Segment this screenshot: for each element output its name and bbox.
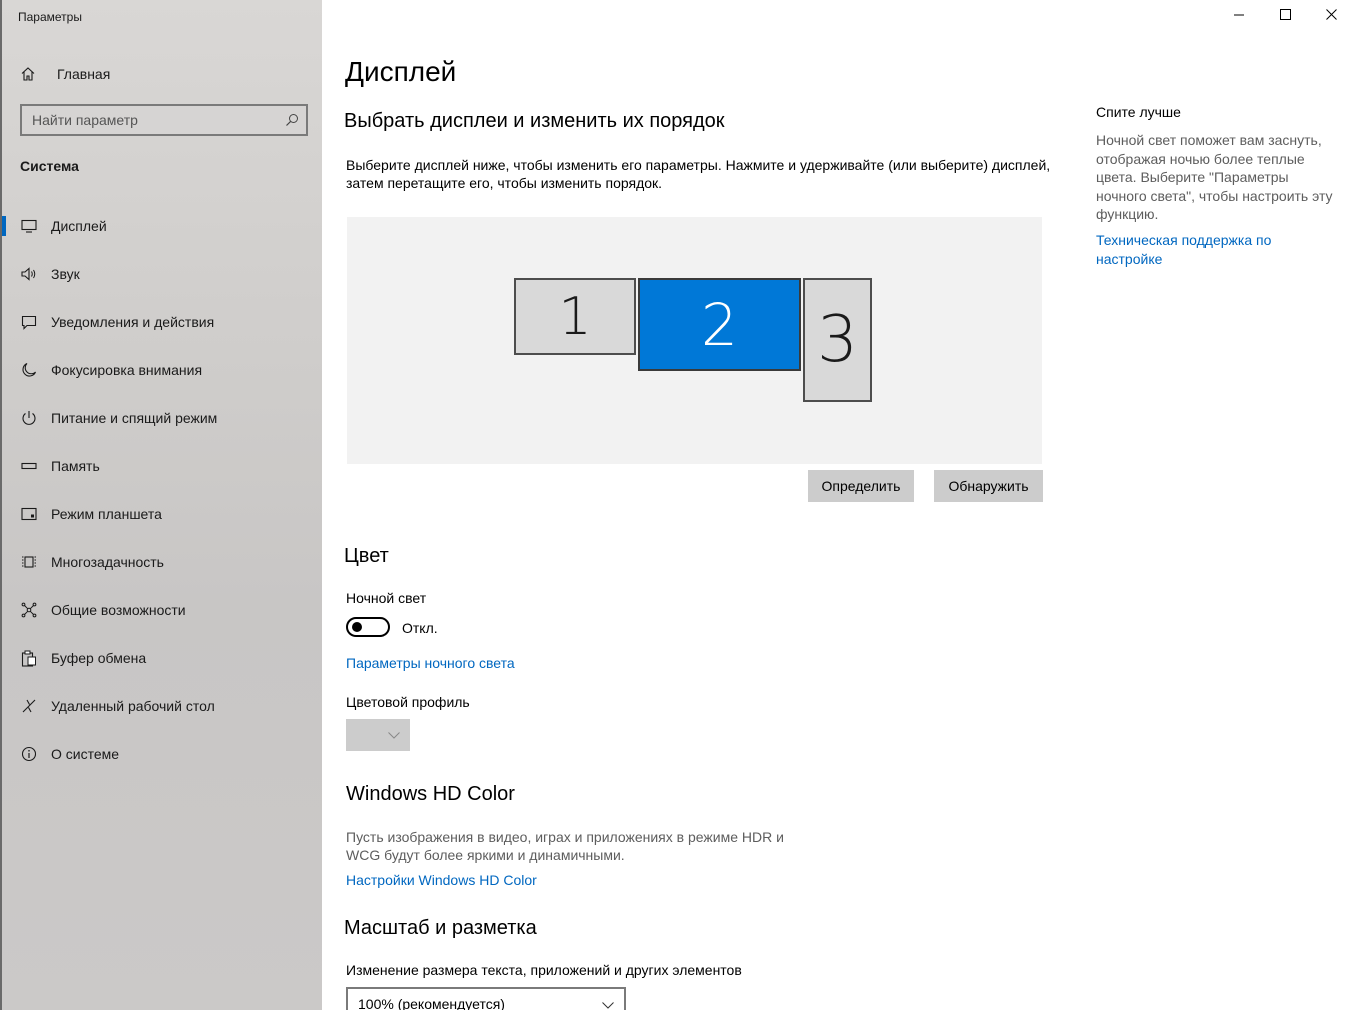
search-input[interactable] (22, 112, 278, 128)
arrange-heading: Выбрать дисплеи и изменить их порядок (344, 110, 725, 132)
window-controls (1216, 0, 1354, 32)
sidebar-item-label: О системе (51, 746, 120, 762)
sidebar-item-label: Режим планшета (51, 506, 162, 522)
minimize-icon (1234, 7, 1244, 25)
speaker-icon (20, 265, 38, 283)
monitor-icon (20, 217, 38, 235)
sidebar-item-sound[interactable]: Звук (2, 250, 324, 298)
sidebar-nav: Дисплей Звук Уведомления и действия Фоку… (2, 202, 324, 778)
sidebar-item-label: Фокусировка внимания (51, 362, 203, 378)
hdr-heading: Windows HD Color (346, 783, 515, 805)
main-content: Дисплей Выбрать дисплеи и изменить их по… (322, 0, 1354, 1010)
sidebar-item-label: Питание и спящий режим (51, 410, 218, 426)
sidebar-item-label: Звук (51, 266, 80, 282)
sidebar-item-label: Многозадачность (51, 554, 164, 570)
scale-size-label: Изменение размера текста, приложений и д… (346, 962, 742, 978)
night-light-toggle[interactable] (346, 617, 390, 637)
aside-title: Спите лучше (1096, 104, 1181, 120)
sidebar-item-tablet[interactable]: Режим планшета (2, 490, 324, 538)
sidebar-item-label: Удаленный рабочий стол (51, 698, 215, 714)
search-icon[interactable] (278, 113, 306, 127)
detect-button[interactable]: Обнаружить (934, 470, 1043, 502)
sidebar-item-focus[interactable]: Фокусировка внимания (2, 346, 324, 394)
power-icon (20, 409, 38, 427)
home-nav-item[interactable]: Главная (18, 62, 110, 86)
home-icon (18, 66, 38, 82)
share-icon (20, 601, 38, 619)
sidebar-item-label: Дисплей (51, 218, 107, 234)
info-icon (20, 745, 38, 763)
clipboard-icon (20, 649, 38, 667)
home-label: Главная (57, 66, 111, 82)
sidebar-item-notifications[interactable]: Уведомления и действия (2, 298, 324, 346)
hdr-description: Пусть изображения в видео, играх и прило… (346, 829, 784, 863)
chevron-down-icon (388, 726, 400, 744)
notification-icon (20, 313, 38, 331)
identify-button[interactable]: Определить (808, 470, 914, 502)
page-title: Дисплей (345, 56, 457, 87)
scale-dropdown-value: 100% (рекомендуется) (358, 996, 505, 1010)
sidebar-item-label: Уведомления и действия (51, 314, 215, 330)
sidebar: Параметры Главная Система Дисплей Звук (0, 0, 322, 1010)
night-light-settings-link[interactable]: Параметры ночного света (346, 655, 515, 671)
section-label-system: Система (20, 158, 79, 174)
scale-dropdown[interactable]: 100% (рекомендуется) (346, 987, 626, 1010)
arrange-description: Выберите дисплей ниже, чтобы изменить ег… (346, 157, 1051, 191)
aside-text: Ночной свет поможет вам заснуть, отображ… (1096, 132, 1333, 222)
color-profile-dropdown[interactable] (346, 719, 410, 751)
sidebar-item-storage[interactable]: Память (2, 442, 324, 490)
moon-icon (20, 361, 38, 379)
monitor-2[interactable]: 2 (638, 278, 801, 371)
app-title: Параметры (18, 10, 82, 24)
close-icon (1325, 7, 1337, 25)
aside-support-link[interactable]: Техническая поддержка по настройке (1096, 231, 1296, 268)
close-button[interactable] (1308, 0, 1354, 32)
monitor-1[interactable]: 1 (514, 278, 636, 355)
night-light-state: Откл. (402, 620, 438, 636)
hdr-settings-link[interactable]: Настройки Windows HD Color (346, 872, 537, 888)
monitor-3[interactable]: 3 (803, 278, 872, 402)
sidebar-item-about[interactable]: О системе (2, 730, 324, 778)
color-profile-label: Цветовой профиль (346, 694, 470, 710)
sidebar-item-power[interactable]: Питание и спящий режим (2, 394, 324, 442)
toggle-knob (352, 622, 362, 632)
maximize-icon (1279, 7, 1291, 25)
sidebar-item-clipboard[interactable]: Буфер обмена (2, 634, 324, 682)
sidebar-item-display[interactable]: Дисплей (2, 202, 324, 250)
maximize-button[interactable] (1262, 0, 1308, 32)
remote-desktop-icon (20, 697, 38, 715)
scale-heading: Масштаб и разметка (344, 917, 537, 939)
multitask-icon (20, 553, 38, 571)
display-arrangement-area: 1 2 3 (347, 217, 1042, 464)
sidebar-item-label: Память (51, 458, 100, 474)
color-heading: Цвет (344, 545, 389, 567)
storage-icon (20, 457, 38, 475)
sidebar-item-label: Буфер обмена (51, 650, 147, 666)
search-box[interactable] (20, 104, 308, 136)
sidebar-item-shared-experiences[interactable]: Общие возможности (2, 586, 324, 634)
sidebar-item-label: Общие возможности (51, 602, 186, 618)
chevron-down-icon (602, 996, 614, 1010)
minimize-button[interactable] (1216, 0, 1262, 32)
sidebar-item-multitasking[interactable]: Многозадачность (2, 538, 324, 586)
tablet-icon (20, 505, 38, 523)
night-light-label: Ночной свет (346, 590, 427, 606)
sidebar-item-remote-desktop[interactable]: Удаленный рабочий стол (2, 682, 324, 730)
